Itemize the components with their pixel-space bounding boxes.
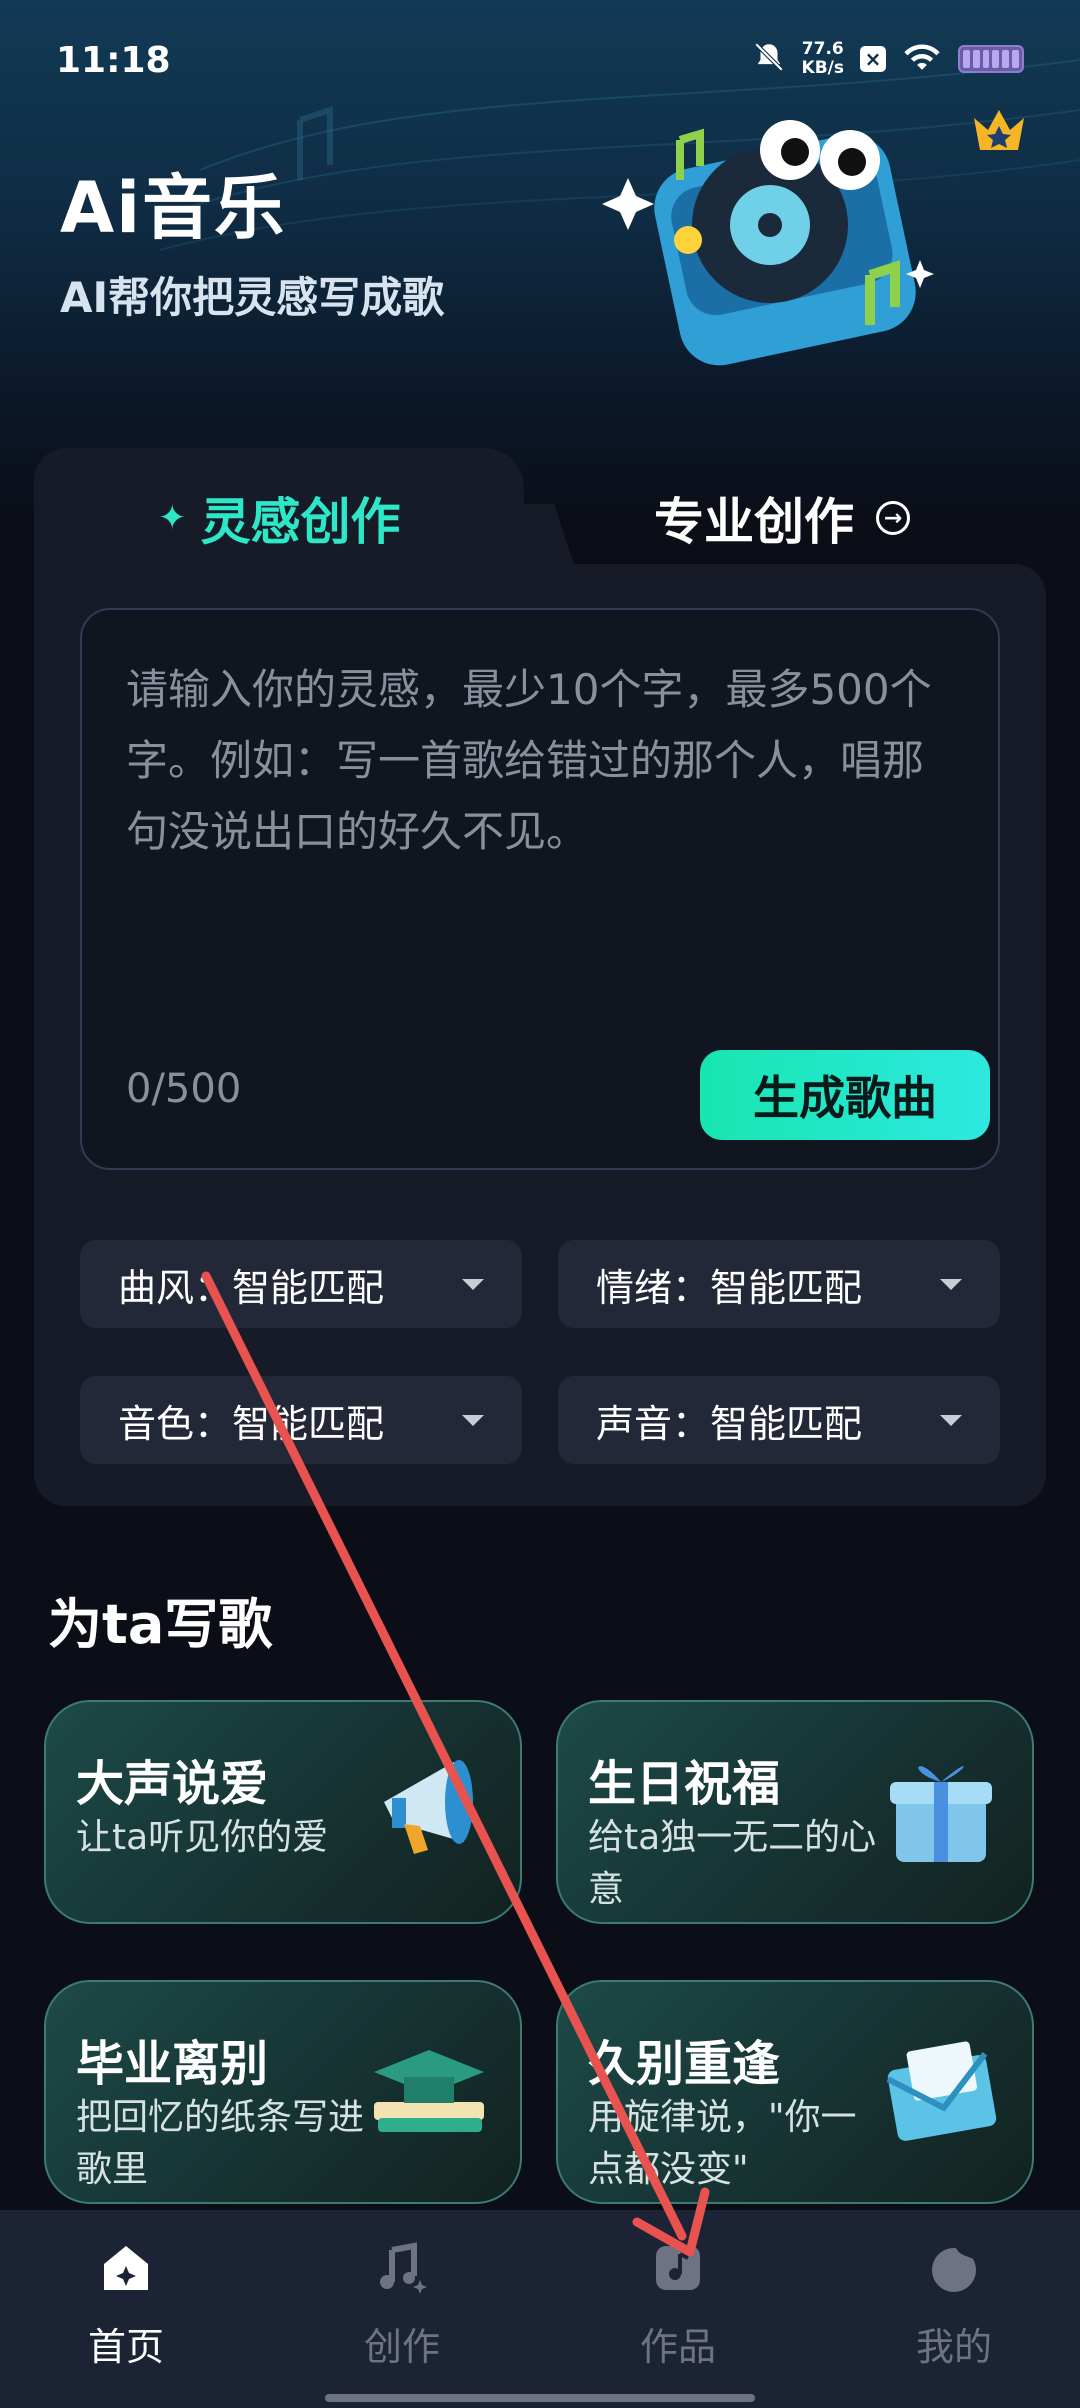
profile-icon (932, 2247, 976, 2292)
style-select[interactable]: 曲风：智能匹配 (80, 1240, 522, 1328)
theme-card-desc: 把回忆的纸条写进歌里 (76, 2097, 365, 2190)
nav-works[interactable]: 作品 (598, 2240, 758, 2371)
arrow-right-circle-icon: → (876, 501, 910, 535)
caret-down-icon (940, 1414, 962, 1426)
nav-works-label: 作品 (639, 2325, 716, 2369)
creation-card: ✦ 灵感创作 专业创作 → 请输入你的灵感，最少10个字，最多500个字。例如：… (34, 448, 1046, 1506)
timbre-select[interactable]: 音色：智能匹配 (80, 1376, 522, 1464)
theme-card-graduation[interactable]: 毕业离别 把回忆的纸条写进歌里 (44, 1980, 522, 2204)
theme-card-birthday[interactable]: 生日祝福 给ta独一无二的心意 (556, 1700, 1034, 1924)
caret-down-icon (462, 1414, 484, 1426)
theme-card-love[interactable]: 大声说爱 让ta听见你的爱 (44, 1700, 522, 1924)
music-note-icon (380, 2242, 427, 2294)
gift-icon (890, 1766, 992, 1862)
character-count: 0/500 (126, 1066, 242, 1112)
music-file-icon (656, 2246, 700, 2290)
megaphone-icon (384, 1760, 473, 1854)
caret-down-icon (462, 1278, 484, 1290)
battery-icon (958, 45, 1024, 73)
theme-card-title: 久别重逢 (588, 2036, 781, 2092)
voice-select[interactable]: 声音：智能匹配 (558, 1376, 1000, 1464)
status-time: 11:18 (56, 40, 171, 81)
home-indicator (325, 2394, 755, 2402)
nav-profile[interactable]: 我的 (874, 2240, 1034, 2371)
vip-crown-icon[interactable] (970, 104, 1028, 156)
theme-card-title: 毕业离别 (76, 2036, 269, 2092)
nav-create-label: 创作 (363, 2325, 440, 2369)
mood-select-label: 情绪：智能匹配 (596, 1265, 863, 1310)
app-subtitle: AI帮你把灵感写成歌 (60, 273, 445, 322)
mute-bell-icon (752, 40, 786, 78)
voice-select-label: 声音：智能匹配 (596, 1401, 863, 1446)
style-select-label: 曲风：智能匹配 (118, 1265, 385, 1310)
theme-card-desc: 用旋律说，"你一点都没变" (588, 2097, 857, 2190)
nav-profile-label: 我的 (915, 2325, 992, 2369)
tab-professional-label: 专业创作 (654, 493, 854, 551)
theme-card-reunion[interactable]: 久别重逢 用旋律说，"你一点都没变" (556, 1980, 1034, 2204)
graduation-cap-icon (374, 2050, 484, 2132)
status-bar: 11:18 77.6 KB/s × (0, 0, 1080, 120)
sparkle-icon: ✦ (158, 498, 187, 538)
bottom-navigation: 首页 创作 作品 我的 (0, 2210, 1080, 2408)
envelope-icon (886, 2041, 997, 2141)
theme-card-title: 大声说爱 (76, 1756, 269, 1812)
tab-professional[interactable]: 专业创作 → (654, 482, 910, 554)
theme-card-title: 生日祝福 (588, 1756, 781, 1812)
nav-home-label: 首页 (87, 2325, 164, 2369)
app-notification-icon: × (860, 46, 886, 72)
input-placeholder: 请输入你的灵感，最少10个字，最多500个字。例如：写一首歌给错过的那个人，唱那… (126, 665, 932, 856)
tab-inspiration-label: 灵感创作 (200, 493, 401, 551)
app-title: Ai音乐 (60, 167, 287, 249)
home-icon (104, 2246, 148, 2290)
tab-inspiration[interactable]: ✦ 灵感创作 (158, 482, 401, 554)
theme-card-desc: 给ta独一无二的心意 (588, 1817, 877, 1910)
status-icons: 77.6 KB/s × (752, 40, 1024, 78)
mood-select[interactable]: 情绪：智能匹配 (558, 1240, 1000, 1328)
generate-song-button[interactable]: 生成歌曲 (700, 1050, 990, 1140)
section-title: 为ta写歌 (48, 1593, 273, 1656)
wifi-icon (902, 41, 942, 77)
theme-card-desc: 让ta听见你的爱 (76, 1817, 329, 1858)
timbre-select-label: 音色：智能匹配 (118, 1401, 385, 1446)
nav-create[interactable]: 创作 (322, 2240, 482, 2371)
caret-down-icon (940, 1278, 962, 1290)
network-speed: 77.6 KB/s (801, 39, 844, 78)
mascot-illustration (654, 120, 916, 366)
inspiration-input[interactable]: 请输入你的灵感，最少10个字，最多500个字。例如：写一首歌给错过的那个人，唱那… (80, 608, 1000, 1170)
nav-home[interactable]: 首页 (46, 2240, 206, 2371)
